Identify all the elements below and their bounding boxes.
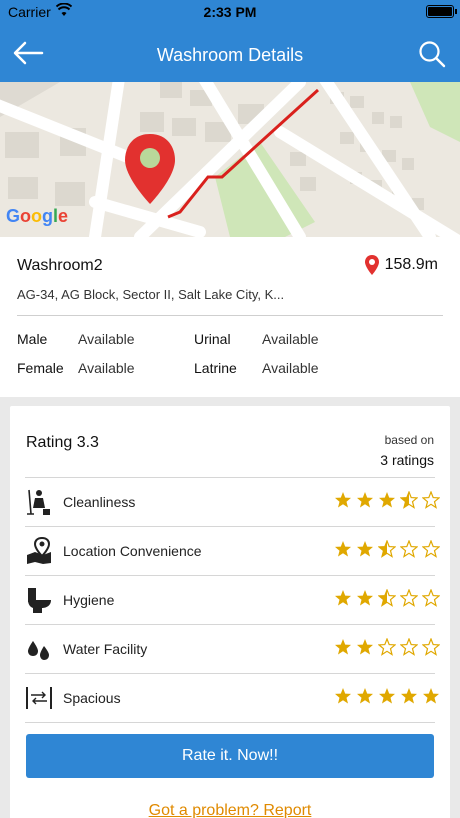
rating-label: Water Facility	[63, 641, 148, 657]
cleaning-person-icon	[27, 489, 50, 515]
distance: 158.9m	[364, 255, 438, 275]
star-empty-icon[interactable]	[400, 589, 418, 607]
rating-label: Cleanliness	[63, 494, 136, 510]
facility-latrine: Latrine Available	[194, 360, 319, 376]
star-empty-icon[interactable]	[400, 638, 418, 656]
nav-bar: Washroom Details	[0, 24, 460, 82]
map-view[interactable]: Google	[0, 82, 460, 237]
facility-label: Male	[17, 331, 48, 347]
star-empty-icon[interactable]	[378, 638, 396, 656]
toilet-icon	[28, 588, 51, 613]
star-rating[interactable]	[334, 540, 440, 558]
star-filled-icon[interactable]	[334, 491, 352, 509]
star-filled-icon[interactable]	[378, 687, 396, 705]
divider	[17, 315, 443, 316]
divider	[25, 722, 435, 723]
star-filled-icon[interactable]	[334, 687, 352, 705]
star-half-icon[interactable]	[400, 491, 418, 509]
washroom-name: Washroom2	[17, 257, 103, 274]
rating-label: Spacious	[63, 690, 121, 706]
star-rating[interactable]	[334, 638, 440, 656]
facility-urinal: Urinal Available	[194, 331, 319, 347]
star-filled-icon[interactable]	[356, 589, 374, 607]
rating-row-hygiene: Hygiene	[25, 575, 440, 623]
star-empty-icon[interactable]	[400, 540, 418, 558]
page-title: Washroom Details	[156, 45, 304, 65]
rating-row-water: Water Facility	[25, 624, 440, 672]
facility-status: Available	[262, 331, 319, 347]
star-filled-icon[interactable]	[400, 687, 418, 705]
star-filled-icon[interactable]	[356, 687, 374, 705]
facility-male: Male Available	[17, 331, 135, 347]
search-icon[interactable]	[418, 40, 446, 68]
rating-label: Hygiene	[63, 592, 115, 608]
star-rating[interactable]	[334, 491, 440, 509]
facility-label: Urinal	[194, 331, 231, 347]
report-problem-link[interactable]: Got a problem? Report	[10, 802, 450, 818]
facility-female: Female Available	[17, 360, 135, 376]
star-filled-icon[interactable]	[378, 491, 396, 509]
ratings-card: Rating 3.3 based on 3 ratings Cleanlines…	[10, 406, 450, 818]
rating-row-spacious: Spacious	[25, 673, 439, 721]
star-filled-icon[interactable]	[334, 589, 352, 607]
rating-row-location: Location Convenience	[25, 526, 440, 574]
clock: 2:33 PM	[203, 4, 257, 20]
battery-icon	[426, 5, 457, 18]
status-bar: Carrier 2:33 PM	[0, 0, 460, 24]
based-on-label: based on	[384, 433, 434, 447]
star-empty-icon[interactable]	[422, 540, 440, 558]
star-filled-icon[interactable]	[356, 491, 374, 509]
water-drops-icon	[28, 641, 49, 660]
google-logo: Google	[6, 206, 69, 226]
star-empty-icon[interactable]	[422, 491, 440, 509]
star-filled-icon[interactable]	[356, 638, 374, 656]
star-empty-icon[interactable]	[422, 638, 440, 656]
star-half-icon[interactable]	[378, 540, 396, 558]
ratings-count: 3 ratings	[380, 452, 434, 468]
washroom-info: Washroom2 158.9m AG-34, AG Block, Sector…	[0, 237, 460, 397]
star-rating[interactable]	[334, 589, 440, 607]
star-empty-icon[interactable]	[422, 589, 440, 607]
facility-label: Latrine	[194, 360, 237, 376]
map-pin-icon	[27, 537, 51, 564]
rating-title: Rating 3.3	[26, 434, 99, 451]
rating-label: Location Convenience	[63, 543, 202, 559]
distance-value: 158.9m	[384, 256, 438, 273]
facility-status: Available	[78, 360, 135, 376]
facility-status: Available	[262, 360, 319, 376]
star-filled-icon[interactable]	[334, 638, 352, 656]
star-filled-icon[interactable]	[334, 540, 352, 558]
star-half-icon[interactable]	[378, 589, 396, 607]
width-arrows-icon	[26, 687, 52, 709]
rating-row-cleanliness: Cleanliness	[25, 477, 440, 525]
star-filled-icon[interactable]	[422, 687, 440, 705]
map-graphic	[0, 82, 460, 237]
star-rating[interactable]	[334, 687, 440, 705]
facility-status: Available	[78, 331, 135, 347]
facility-label: Female	[17, 360, 64, 376]
address: AG-34, AG Block, Sector II, Salt Lake Ci…	[17, 287, 285, 302]
rate-now-button[interactable]: Rate it. Now!!	[26, 734, 434, 778]
star-filled-icon[interactable]	[356, 540, 374, 558]
distance-pin-icon	[364, 255, 379, 275]
